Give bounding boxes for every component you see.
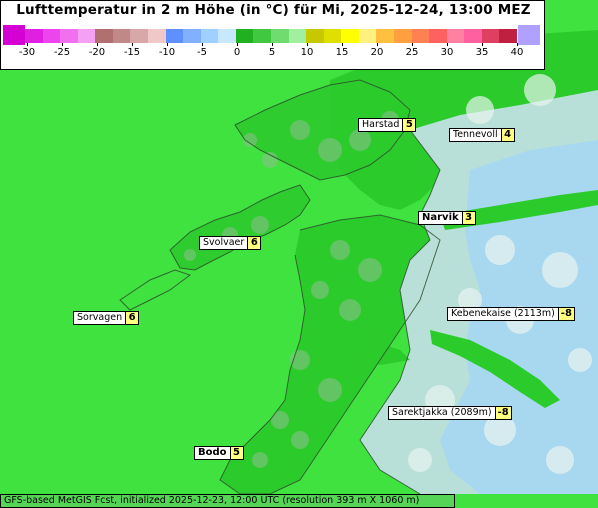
scale-color-cell: [77, 29, 96, 43]
city-name: Kebenekaise (2113m): [447, 307, 559, 321]
scale-tick-mark: [447, 43, 448, 46]
scale-tick-mark: [27, 43, 28, 46]
scale-tick-mark: [167, 43, 168, 46]
scale-color-cell: [358, 29, 377, 43]
scale-tick-mark: [307, 43, 308, 46]
scale-tick-label: -5: [197, 47, 207, 58]
city-name: Sorvagen: [73, 311, 127, 325]
city-name: Sarektjakka (2089m): [388, 406, 496, 420]
city-label-harstad: Harstad 5: [358, 118, 417, 132]
scale-tick-label: 40: [510, 47, 524, 58]
scale-tick-label: -25: [53, 47, 71, 58]
scale-color-cell: [446, 29, 465, 43]
city-name: Narvik: [418, 211, 463, 225]
scale-tick-mark: [132, 43, 133, 46]
scale-tick-mark: [202, 43, 203, 46]
city-label-bodo: Bodo 5: [194, 446, 244, 460]
city-temperature: -8: [495, 406, 512, 420]
scale-tick-label: 10: [300, 47, 314, 58]
city-temperature: 6: [126, 311, 140, 325]
scale-color-cell: [306, 29, 325, 43]
scale-color-cell: [464, 29, 483, 43]
scale-color-cell: [235, 29, 254, 43]
scale-tick-label: -30: [18, 47, 36, 58]
city-temperature: 4: [501, 128, 515, 142]
city-label-tennevoll: Tennevoll 4: [449, 128, 515, 142]
scale-color-cell: [200, 29, 219, 43]
scale-color-cell: [253, 29, 272, 43]
scale-color-cell: [25, 29, 44, 43]
map-title: Lufttemperatur in 2 m Höhe (in °C) für M…: [16, 2, 531, 18]
scale-color-cell: [394, 29, 413, 43]
scale-tick-mark: [412, 43, 413, 46]
city-name: Bodo: [194, 446, 231, 460]
scale-tick-mark: [97, 43, 98, 46]
city-label-sorvagen: Sorvagen 6: [73, 311, 140, 325]
scale-color-cell: [341, 29, 360, 43]
scale-tick-mark: [517, 43, 518, 46]
city-temperature: 5: [230, 446, 244, 460]
scale-tick-label: 0: [233, 47, 241, 58]
city-label-svolvaer: Svolvaer 6: [199, 236, 262, 250]
scale-color-cell: [183, 29, 202, 43]
city-label-kebenekaise: Kebenekaise (2113m) -8: [447, 307, 575, 321]
scale-color-cell: [499, 29, 518, 43]
city-name: Svolvaer: [199, 236, 249, 250]
scale-tick-label: -20: [88, 47, 106, 58]
scale-color-cell: [429, 29, 448, 43]
scale-tick-mark: [377, 43, 378, 46]
header-panel: Lufttemperatur in 2 m Höhe (in °C) für M…: [0, 0, 545, 70]
scale-color-cell: [95, 29, 114, 43]
scale-tick-label: -10: [158, 47, 176, 58]
city-name: Harstad: [358, 118, 404, 132]
scale-color-cell: [411, 29, 430, 43]
city-temperature: 3: [462, 211, 476, 225]
scale-tick-mark: [482, 43, 483, 46]
scale-color-cell: [148, 29, 167, 43]
temperature-map: [0, 0, 598, 508]
scale-tick-label: 30: [440, 47, 454, 58]
scale-tick-mark: [237, 43, 238, 46]
city-label-sarektjakka: Sarektjakka (2089m) -8: [388, 406, 512, 420]
scale-color-cell: [376, 29, 395, 43]
scale-high-cap: [518, 25, 540, 45]
city-label-narvik: Narvik 3: [418, 211, 476, 225]
scale-tick-label: 5: [268, 47, 276, 58]
scale-color-cell: [130, 29, 149, 43]
city-temperature: -8: [558, 307, 575, 321]
city-name: Tennevoll: [449, 128, 502, 142]
scale-color-cell: [112, 29, 131, 43]
scale-tick-label: 15: [335, 47, 349, 58]
scale-tick-label: 35: [475, 47, 489, 58]
scale-low-cap: [3, 25, 25, 45]
scale-color-cell: [323, 29, 342, 43]
scale-color-cell: [42, 29, 61, 43]
scale-color-cell: [288, 29, 307, 43]
scale-color-cell: [60, 29, 79, 43]
scale-tick-mark: [62, 43, 63, 46]
scale-tick-label: 20: [370, 47, 384, 58]
scale-color-cell: [271, 29, 290, 43]
scale-tick-label: 25: [405, 47, 419, 58]
scale-color-cell: [218, 29, 237, 43]
scale-color-cell: [481, 29, 500, 43]
city-temperature: 5: [403, 118, 417, 132]
scale-tick-label: -15: [123, 47, 141, 58]
scale-tick-mark: [342, 43, 343, 46]
forecast-footer: GFS-based MetGIS Fcst, initialized 2025-…: [0, 494, 455, 508]
city-temperature: 6: [248, 236, 262, 250]
scale-tick-mark: [272, 43, 273, 46]
scale-color-cell: [165, 29, 184, 43]
